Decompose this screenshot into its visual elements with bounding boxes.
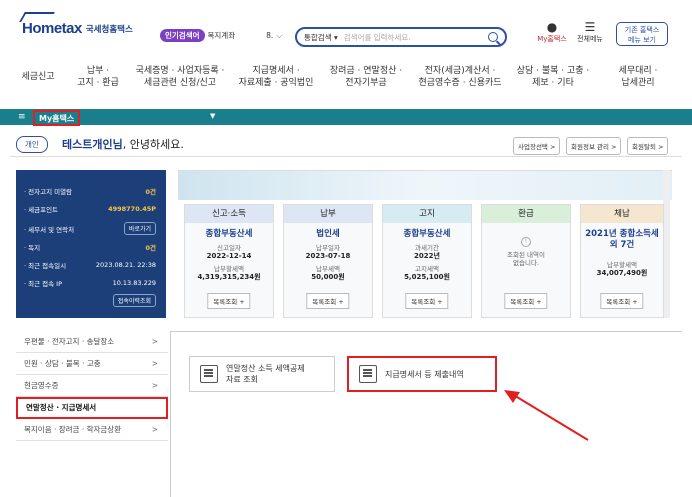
panel-row: · 최근 접속일시 2023.08.21. 22:38	[24, 261, 156, 270]
panel-row: · 최근 접속 IP 10.13.83.229	[24, 279, 156, 288]
nav-certificate[interactable]: 국세증명 · 사업자등록 · 세금관련 신청/신고	[130, 65, 230, 89]
search-input[interactable]: 검색어를 입력하세요.	[344, 32, 482, 43]
myhome-bar-button[interactable]: My홈택스	[33, 110, 81, 126]
card-header: 납부	[284, 205, 372, 223]
card-header: 신고·소득	[185, 205, 273, 223]
panel-row: · 세무서 및 연락처 바로가기	[24, 222, 156, 235]
card-header: 환급	[482, 205, 570, 223]
statement-submission-link[interactable]: 지급명세서 등 제출내역	[347, 356, 497, 392]
user-info-panel: · 전자고지 미열람 0건 · 세금포인트 4998770.45P · 세무서 및 …	[16, 170, 166, 318]
nav-e-invoice[interactable]: 전자(세금)계산서 · 현금영수증 · 신용카드	[412, 65, 508, 89]
greeting-row: 개인 테스트개인님, 안녕하세요. 사업장선택 > 회원정보 관리 > 회원탈퇴…	[10, 133, 682, 157]
chevron-right-icon: >	[151, 381, 158, 390]
side-item-welfare[interactable]: 복지이음 · 장려금 · 학자금상환 >	[16, 419, 168, 441]
search-scope-select[interactable]: 통합검색 ▾	[304, 32, 338, 43]
summary-card: 신고·소득 종합부동산세 신고일자 2022-12-14 납부할세액 4,319…	[184, 204, 274, 318]
hometax-logo[interactable]: Hometax 국세청홈택스	[19, 12, 133, 37]
myhome-bar: ≡ My홈택스 ▼	[0, 109, 692, 126]
all-menu-label: 전체메뉴	[577, 35, 603, 43]
menu-icon[interactable]: ≡	[18, 112, 26, 122]
card-header: 체납	[581, 205, 663, 223]
popular-rank: 8.	[266, 31, 274, 40]
search-box[interactable]: 통합검색 ▾ 검색어를 입력하세요.	[295, 27, 507, 47]
logo-subtext: 국세청홈택스	[85, 25, 133, 35]
logo-text: Hometax	[22, 20, 82, 37]
side-item-complaint[interactable]: 민원 · 상담 · 불복 · 고충 >	[16, 353, 168, 375]
summary-card: 환급 ! 조회된 내역이 없습니다. 목록조회 +	[481, 204, 571, 318]
all-menu-button[interactable]: ☰ 전체메뉴	[575, 20, 605, 44]
myhome-button[interactable]: ● My홈택스	[534, 20, 570, 44]
global-nav: 세금신고 납부 · 고지 · 환급 국세증명 · 사업자등록 · 세금관련 신청/신…	[0, 65, 692, 97]
panel-row: · 세금포인트 4998770.45P	[24, 205, 156, 214]
top-header: Hometax 국세청홈택스 인기검색어 복지계좌 8. ⌵ 통합검색 ▾ 검색…	[0, 0, 692, 58]
card-header: 고지	[383, 205, 471, 223]
side-item-year-end[interactable]: 연말정산 · 지급명세서	[16, 397, 168, 419]
chevron-right-icon: >	[151, 359, 158, 368]
document-search-icon	[200, 365, 218, 383]
content-area: 연말정산 소득 세액공제 자료 조회 지급명세서 등 제출내역	[170, 331, 682, 497]
nav-agent[interactable]: 세무대리 · 납세관리	[606, 65, 670, 89]
side-menu: 우편물 · 전자고지 · 송달장소 > 민원 · 상담 · 불복 · 고충 > 현금…	[16, 331, 168, 441]
user-type-chip: 개인	[16, 136, 48, 153]
member-info-button[interactable]: 회원정보 관리 >	[566, 137, 622, 155]
myhome-label: My홈택스	[537, 35, 567, 43]
panel-row: 접속이력조회	[24, 294, 156, 307]
scrollbar[interactable]	[663, 170, 670, 318]
withdraw-button[interactable]: 회원탈퇴 >	[627, 137, 669, 155]
nav-tax-return[interactable]: 세금신고	[18, 71, 58, 83]
select-business-button[interactable]: 사업장선택 >	[513, 137, 561, 155]
user-icon: ●	[546, 20, 558, 34]
list-view-button[interactable]: 목록조회 +	[504, 293, 548, 309]
list-view-button[interactable]: 목록조회 +	[600, 293, 644, 309]
panel-row: · 전자고지 미열람 0건	[24, 188, 156, 196]
chevron-right-icon: >	[151, 337, 158, 346]
summary-card: 납부 법인세 납부일자 2023-07-18 납부세액 50,000원 목록조회…	[283, 204, 373, 318]
banner	[178, 170, 672, 200]
deduction-lookup-link[interactable]: 연말정산 소득 세액공제 자료 조회	[189, 356, 335, 392]
greeting-text: 테스트개인님, 안녕하세요.	[62, 138, 184, 151]
chevron-right-icon: >	[151, 425, 158, 434]
access-history-button[interactable]: 접속이력조회	[112, 294, 156, 307]
tax-office-shortcut-button[interactable]: 바로가기	[123, 222, 156, 235]
nav-payment[interactable]: 납부 · 고지 · 환급	[68, 65, 128, 89]
list-view-button[interactable]: 목록조회 +	[405, 293, 449, 309]
search-icon[interactable]	[488, 32, 498, 42]
logo-roof-icon	[19, 12, 55, 22]
legacy-menu-button[interactable]: 기존 홈택스 메뉴 보기	[616, 22, 668, 46]
nav-incentive[interactable]: 장려금 · 연말정산 · 전자기부금	[322, 65, 410, 89]
nav-consult[interactable]: 상담 · 불복 · 고충 · 제보 · 기타	[512, 65, 594, 89]
nav-statement[interactable]: 지급명세서 · 자료제출 · 공익법인	[236, 65, 316, 89]
panel-row: · 독지 0건	[24, 244, 156, 252]
side-item-mail[interactable]: 우편물 · 전자고지 · 송달장소 >	[16, 331, 168, 353]
summary-card: 체납 2021년 종합소득세 외 7건 납부할세액 34,007,490원 목록…	[580, 204, 664, 318]
side-item-cash-receipt[interactable]: 현금영수증 >	[16, 375, 168, 397]
document-list-icon	[359, 365, 377, 383]
hamburger-icon: ☰	[584, 20, 596, 34]
chevron-down-icon[interactable]: ⌵	[276, 31, 282, 41]
list-view-button[interactable]: 목록조회 +	[207, 293, 251, 309]
info-icon: !	[521, 237, 531, 247]
popular-term[interactable]: 복지계좌	[208, 30, 236, 41]
annotation-arrow-icon	[504, 390, 589, 441]
chevron-down-icon[interactable]: ▼	[210, 112, 215, 120]
summary-card: 고지 종합부동산세 과세기간 2022년 고지세액 5,025,100원 목록조…	[382, 204, 472, 318]
popular-badge: 인기검색어	[160, 29, 205, 42]
list-view-button[interactable]: 목록조회 +	[306, 293, 350, 309]
popular-search[interactable]: 인기검색어 복지계좌 8. ⌵	[160, 29, 282, 42]
